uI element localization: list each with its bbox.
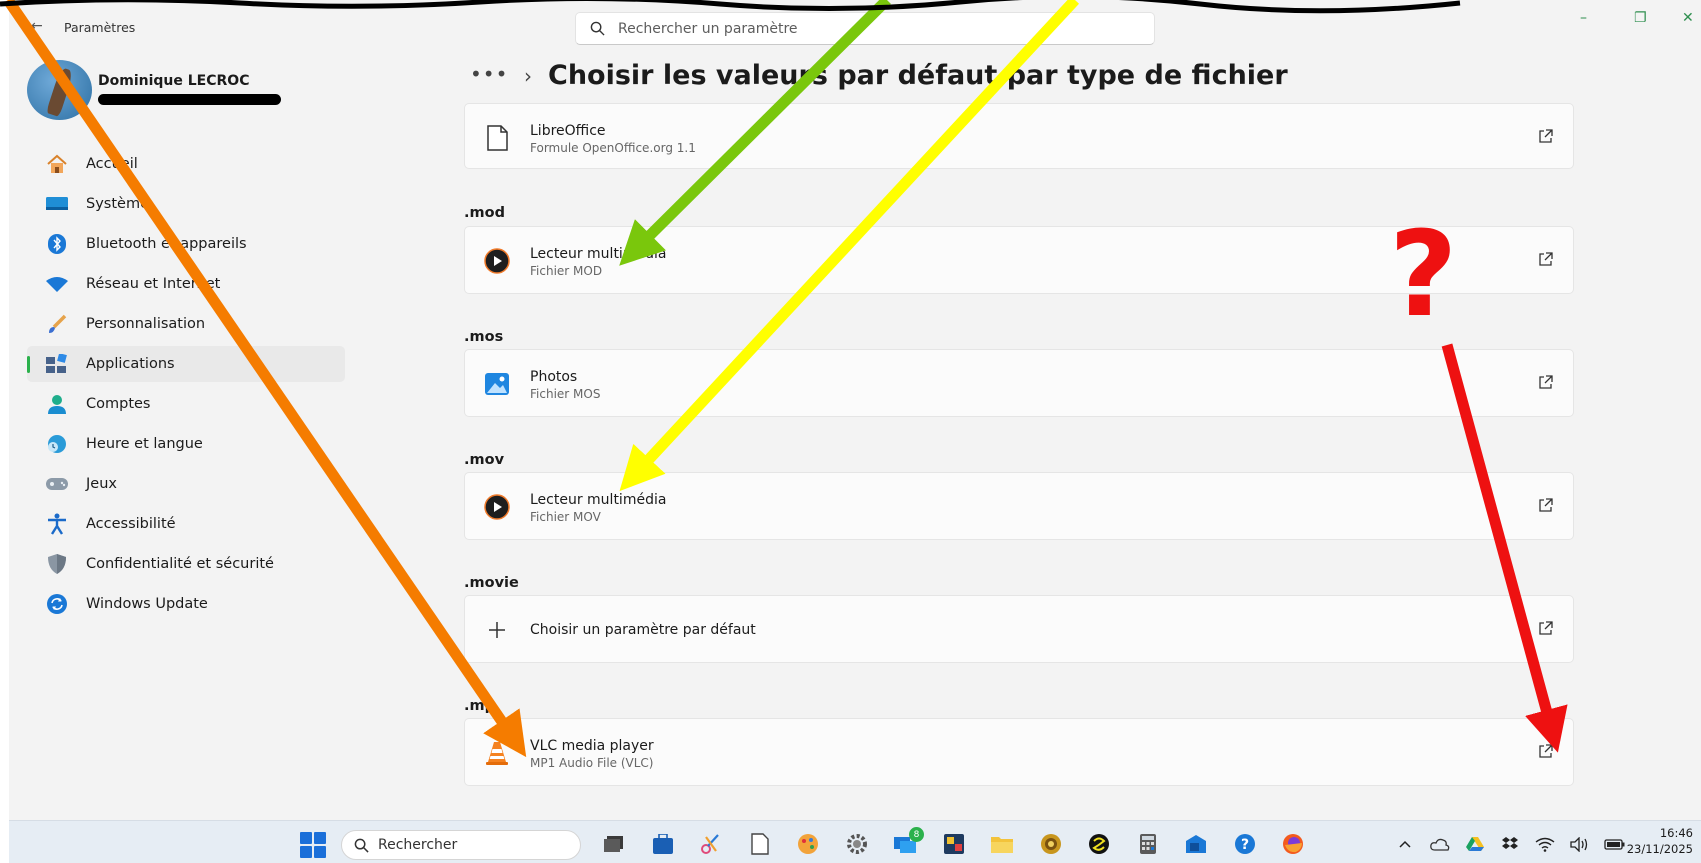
taskbar: Rechercher 8 ? 16:46 23/11/2025 [9, 820, 1701, 863]
firefox-icon[interactable] [1274, 829, 1312, 859]
sidebar-item-gaming[interactable]: Jeux [27, 466, 345, 502]
system-tray [1393, 833, 1638, 855]
open-external-icon[interactable] [1535, 372, 1555, 392]
media-player-icon [483, 493, 511, 521]
calculator-icon[interactable] [1129, 829, 1167, 859]
store-icon[interactable] [644, 829, 682, 859]
sidebar-item-time-language[interactable]: Heure et langue [27, 426, 345, 462]
time-language-icon [45, 432, 69, 456]
svg-text:?: ? [1240, 837, 1248, 853]
file-type-row-vlc[interactable]: VLC media player MP1 Audio File (VLC) [464, 718, 1574, 786]
minimize-button[interactable]: – [1580, 10, 1587, 26]
file-icon[interactable] [741, 829, 779, 859]
search-icon [354, 838, 369, 853]
libreoffice-file-icon [483, 124, 511, 152]
taskbar-clock[interactable]: 16:46 23/11/2025 [1627, 825, 1693, 857]
wifi-icon [45, 272, 69, 296]
avatar[interactable] [27, 60, 92, 120]
google-drive-icon[interactable] [1463, 833, 1487, 855]
home-icon [45, 152, 69, 176]
annotation-question-mark: ? [1389, 205, 1458, 343]
open-external-icon[interactable] [1535, 249, 1555, 269]
cloud-icon[interactable] [1428, 833, 1452, 855]
maximize-button[interactable]: ❐ [1634, 10, 1647, 26]
extension-heading-mp: .mp [464, 698, 495, 714]
breadcrumb-more-button[interactable]: ••• [470, 62, 508, 86]
app-title: Paramètres [64, 20, 136, 35]
open-external-icon[interactable] [1535, 495, 1555, 515]
brush-icon [45, 312, 69, 336]
battery-icon[interactable] [1603, 833, 1627, 855]
apps-icon [45, 352, 69, 376]
extension-heading-mod: .mod [464, 205, 505, 221]
outlook-icon[interactable] [1177, 829, 1215, 859]
sidebar-item-personalization[interactable]: Personnalisation [27, 306, 345, 342]
file-type-row-libreoffice[interactable]: LibreOffice Formule OpenOffice.org 1.1 [464, 103, 1574, 169]
paint-icon[interactable] [789, 829, 827, 859]
sidebar-item-accounts[interactable]: Comptes [27, 386, 345, 422]
clock-date: 23/11/2025 [1626, 842, 1693, 856]
file-type-row-mov[interactable]: Lecteur multimédia Fichier MOV [464, 472, 1574, 540]
accessibility-icon [45, 512, 69, 536]
file-explorer-icon[interactable] [983, 829, 1021, 859]
notification-badge: 8 [909, 827, 924, 842]
sidebar-item-network[interactable]: Réseau et Internet [27, 266, 345, 302]
file-type-row-movie[interactable]: Choisir un paramètre par défaut [464, 595, 1574, 663]
extension-heading-mov: .mov [464, 452, 505, 468]
taskbar-search[interactable]: Rechercher [341, 830, 581, 860]
page-title: Choisir les valeurs par défaut par type … [548, 60, 1288, 91]
extension-heading-mos: .mos [464, 329, 504, 345]
vlc-icon [483, 739, 511, 767]
account-icon [45, 392, 69, 416]
settings-search-input[interactable] [618, 20, 1118, 37]
redacted-email [98, 94, 281, 105]
help-icon[interactable]: ? [1226, 829, 1264, 859]
app-swirl-icon[interactable] [1080, 829, 1118, 859]
open-external-icon[interactable] [1535, 741, 1555, 761]
breadcrumb-separator: › [524, 64, 532, 88]
open-external-icon[interactable] [1535, 126, 1555, 146]
sidebar-item-home[interactable]: Accueil [27, 146, 345, 182]
back-button[interactable]: ← [31, 18, 43, 34]
snipping-tool-icon[interactable] [692, 829, 730, 859]
taskbar-apps: 8 ? [595, 827, 1323, 859]
sidebar-item-system[interactable]: Système [27, 186, 345, 222]
volume-icon[interactable] [1568, 833, 1592, 855]
user-name: Dominique LECROC [98, 73, 250, 89]
shield-icon [45, 552, 69, 576]
bluetooth-icon [45, 232, 69, 256]
update-icon [45, 592, 69, 616]
settings-gear-icon[interactable] [838, 829, 876, 859]
sidebar-item-privacy[interactable]: Confidentialité et sécurité [27, 546, 345, 582]
remote-desktop-icon[interactable]: 8 [886, 827, 924, 859]
plus-icon [483, 616, 511, 644]
file-type-row-mos[interactable]: Photos Fichier MOS [464, 349, 1574, 417]
task-view-icon[interactable] [595, 829, 633, 859]
chevron-up-icon[interactable] [1393, 833, 1417, 855]
sidebar-nav: Accueil Système Bluetooth et appareils R… [27, 146, 345, 626]
app-emblem-icon[interactable] [1032, 829, 1070, 859]
clock-time: 16:46 [1659, 826, 1693, 840]
sidebar-item-applications[interactable]: Applications [27, 346, 345, 382]
system-icon [45, 192, 69, 216]
gamepad-icon [45, 472, 69, 496]
dropbox-icon[interactable] [1498, 833, 1522, 855]
sidebar-item-accessibility[interactable]: Accessibilité [27, 506, 345, 542]
search-icon [590, 21, 605, 36]
photos-icon [483, 370, 511, 398]
extension-heading-movie: .movie [464, 575, 519, 591]
sidebar-item-windows-update[interactable]: Windows Update [27, 586, 345, 622]
open-external-icon[interactable] [1535, 618, 1555, 638]
close-button[interactable]: ✕ [1682, 10, 1694, 26]
taskbar-search-label: Rechercher [378, 837, 458, 853]
photo-app-icon[interactable] [935, 829, 973, 859]
settings-search-box[interactable] [575, 12, 1155, 45]
media-player-icon [483, 247, 511, 275]
windows-start-button[interactable] [300, 832, 326, 858]
sidebar-item-bluetooth[interactable]: Bluetooth et appareils [27, 226, 345, 262]
wifi-tray-icon[interactable] [1533, 833, 1557, 855]
